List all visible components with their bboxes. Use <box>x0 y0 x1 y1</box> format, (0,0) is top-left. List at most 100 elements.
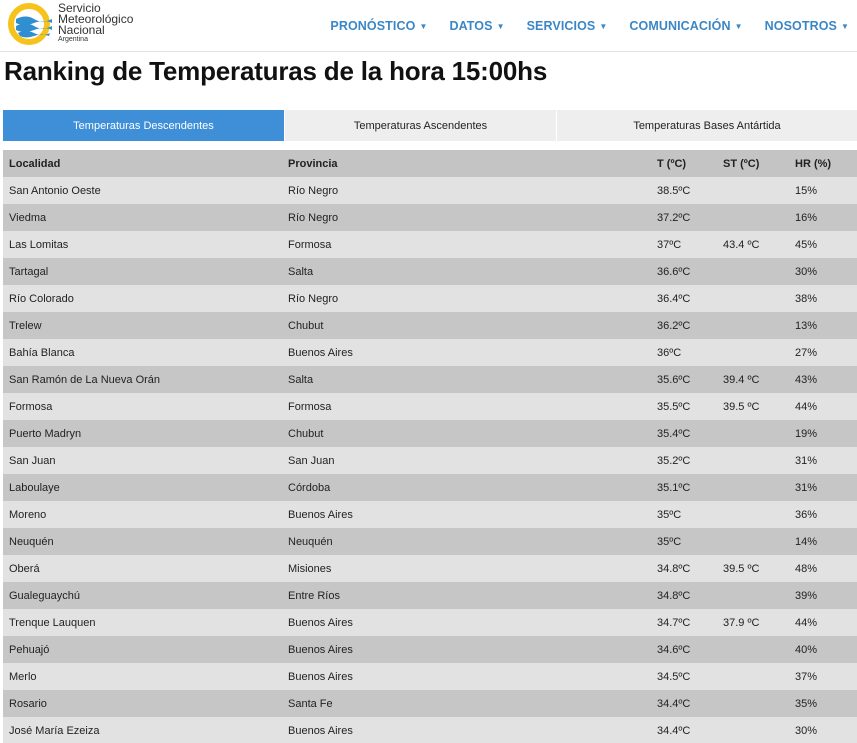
cell-temperatura: 34.5ºC <box>657 670 691 683</box>
cell-humedad: 31% <box>795 481 818 494</box>
cell-localidad: Merlo <box>9 670 37 683</box>
cell-humedad: 48% <box>795 562 818 575</box>
cell-humedad: 30% <box>795 265 818 278</box>
table-row: Laboulaye Córdoba 35.1ºC 31% <box>3 474 857 501</box>
cell-temperatura: 36.4ºC <box>657 292 691 305</box>
cell-provincia: Santa Fe <box>288 697 333 710</box>
cell-temperatura: 37.2ºC <box>657 211 691 224</box>
cell-provincia: Entre Ríos <box>288 589 340 602</box>
tab-temperaturas-descendentes[interactable]: Temperaturas Descendentes <box>3 110 285 141</box>
cell-provincia: Salta <box>288 373 314 386</box>
cell-temperatura: 34.7ºC <box>657 616 691 629</box>
cell-provincia: Salta <box>288 265 314 278</box>
table-row: Moreno Buenos Aires 35ºC 36% <box>3 501 857 528</box>
cell-temperatura: 34.4ºC <box>657 697 691 710</box>
table-row: Neuquén Neuquén 35ºC 14% <box>3 528 857 555</box>
table-row: Pehuajó Buenos Aires 34.6ºC 40% <box>3 636 857 663</box>
header-localidad[interactable]: Localidad <box>3 158 282 170</box>
cell-temperatura: 36ºC <box>657 346 682 359</box>
cell-provincia: Formosa <box>288 238 332 251</box>
cell-humedad: 43% <box>795 373 818 386</box>
table-row: Oberá Misiones 34.8ºC 39.5 ºC 48% <box>3 555 857 582</box>
cell-humedad: 15% <box>795 184 818 197</box>
cell-humedad: 40% <box>795 643 818 656</box>
table-row: Puerto Madryn Chubut 35.4ºC 19% <box>3 420 857 447</box>
cell-localidad: Tartagal <box>9 265 49 278</box>
caret-down-icon: ▼ <box>419 22 428 31</box>
nav-servicios[interactable]: SERVICIOS ▼ <box>527 19 608 33</box>
cell-localidad: San Antonio Oeste <box>9 184 101 197</box>
table-row: Trenque Lauquen Buenos Aires 34.7ºC 37.9 ºC… <box>3 609 857 636</box>
cell-localidad: Pehuajó <box>9 643 50 656</box>
cell-temperatura: 38.5ºC <box>657 184 691 197</box>
cell-temperatura: 35ºC <box>657 535 682 548</box>
cell-localidad: Rosario <box>9 697 47 710</box>
table-row: Merlo Buenos Aires 34.5ºC 37% <box>3 663 857 690</box>
nav-pronostico[interactable]: PRONÓSTICO ▼ <box>330 19 427 33</box>
cell-temperatura: 34.4ºC <box>657 724 691 737</box>
cell-temperatura: 35.2ºC <box>657 454 691 467</box>
cell-provincia: Buenos Aires <box>288 346 353 359</box>
nav-label: SERVICIOS <box>526 19 596 33</box>
table-row: Formosa Formosa 35.5ºC 39.5 ºC 44% <box>3 393 857 420</box>
cell-humedad: 31% <box>795 454 818 467</box>
cell-provincia: Río Negro <box>288 184 339 197</box>
nav-label: NOSOTROS <box>764 19 837 33</box>
nav-comunicacion[interactable]: COMUNICACIÓN ▼ <box>629 19 742 33</box>
cell-humedad: 35% <box>795 697 818 710</box>
table-row: José María Ezeiza Buenos Aires 34.4ºC 30% <box>3 717 857 743</box>
cell-temperatura: 34.8ºC <box>657 562 691 575</box>
header-sensacion-termica[interactable]: ST (ºC) <box>717 158 789 170</box>
cell-provincia: Buenos Aires <box>288 508 353 521</box>
cell-localidad: Trenque Lauquen <box>9 616 96 629</box>
cell-provincia: Buenos Aires <box>288 616 353 629</box>
cell-temperatura: 35.4ºC <box>657 427 691 440</box>
header-temperatura[interactable]: T (ºC) <box>651 158 717 170</box>
cell-sensacion-termica: 37.9 ºC <box>723 616 760 629</box>
nav-label: PRONÓSTICO <box>330 19 416 33</box>
cell-localidad: San Ramón de La Nueva Orán <box>9 373 161 386</box>
cell-sensacion-termica: 39.5 ºC <box>723 562 760 575</box>
header-humedad[interactable]: HR (%) <box>789 158 857 170</box>
cell-temperatura: 37ºC <box>657 238 682 251</box>
cell-sensacion-termica: 43.4 ºC <box>723 238 760 251</box>
caret-down-icon: ▼ <box>496 22 505 31</box>
cell-localidad: Gualeguaychú <box>9 589 80 602</box>
header-provincia[interactable]: Provincia <box>282 158 651 170</box>
cell-temperatura: 35.5ºC <box>657 400 691 413</box>
cell-localidad: Bahía Blanca <box>9 346 75 359</box>
site-header: Servicio Meteorológico Nacional Argentin… <box>0 0 857 52</box>
nav-datos[interactable]: DATOS ▼ <box>449 19 504 33</box>
cell-localidad: Moreno <box>9 508 47 521</box>
cell-temperatura: 35ºC <box>657 508 682 521</box>
cell-humedad: 14% <box>795 535 818 548</box>
tab-temperaturas-ascendentes[interactable]: Temperaturas Ascendentes <box>285 110 557 141</box>
nav-label: COMUNICACIÓN <box>629 19 731 33</box>
cell-localidad: José María Ezeiza <box>9 724 100 737</box>
ranking-tabs: Temperaturas Descendentes Temperaturas A… <box>3 110 857 141</box>
cell-localidad: Puerto Madryn <box>9 427 82 440</box>
cell-provincia: Córdoba <box>288 481 331 494</box>
cell-provincia: Río Negro <box>288 211 339 224</box>
cell-localidad: Viedma <box>9 211 47 224</box>
nav-nosotros[interactable]: NOSOTROS ▼ <box>765 19 849 33</box>
table-row: Trelew Chubut 36.2ºC 13% <box>3 312 857 339</box>
tab-temperaturas-antartida[interactable]: Temperaturas Bases Antártida <box>557 110 857 141</box>
cell-humedad: 16% <box>795 211 818 224</box>
smn-logo-icon <box>8 3 52 45</box>
cell-localidad: Laboulaye <box>9 481 60 494</box>
nav-label: DATOS <box>449 19 493 33</box>
cell-temperatura: 34.8ºC <box>657 589 691 602</box>
smn-logo[interactable]: Servicio Meteorológico Nacional Argentin… <box>8 2 148 46</box>
ranking-table: Localidad Provincia T (ºC) ST (ºC) HR (%… <box>3 150 857 743</box>
logo-line-3: Nacional <box>58 23 105 37</box>
cell-localidad: Neuquén <box>9 535 54 548</box>
cell-temperatura: 35.6ºC <box>657 373 691 386</box>
logo-text: Servicio Meteorológico Nacional Argentin… <box>58 2 133 44</box>
cell-provincia: Buenos Aires <box>288 670 353 683</box>
cell-provincia: Misiones <box>288 562 332 575</box>
table-row: Río Colorado Río Negro 36.4ºC 38% <box>3 285 857 312</box>
table-row: Gualeguaychú Entre Ríos 34.8ºC 39% <box>3 582 857 609</box>
cell-localidad: Oberá <box>9 562 40 575</box>
main-nav: PRONÓSTICO ▼ DATOS ▼ SERVICIOS ▼ COMUNICACI… <box>308 0 849 52</box>
